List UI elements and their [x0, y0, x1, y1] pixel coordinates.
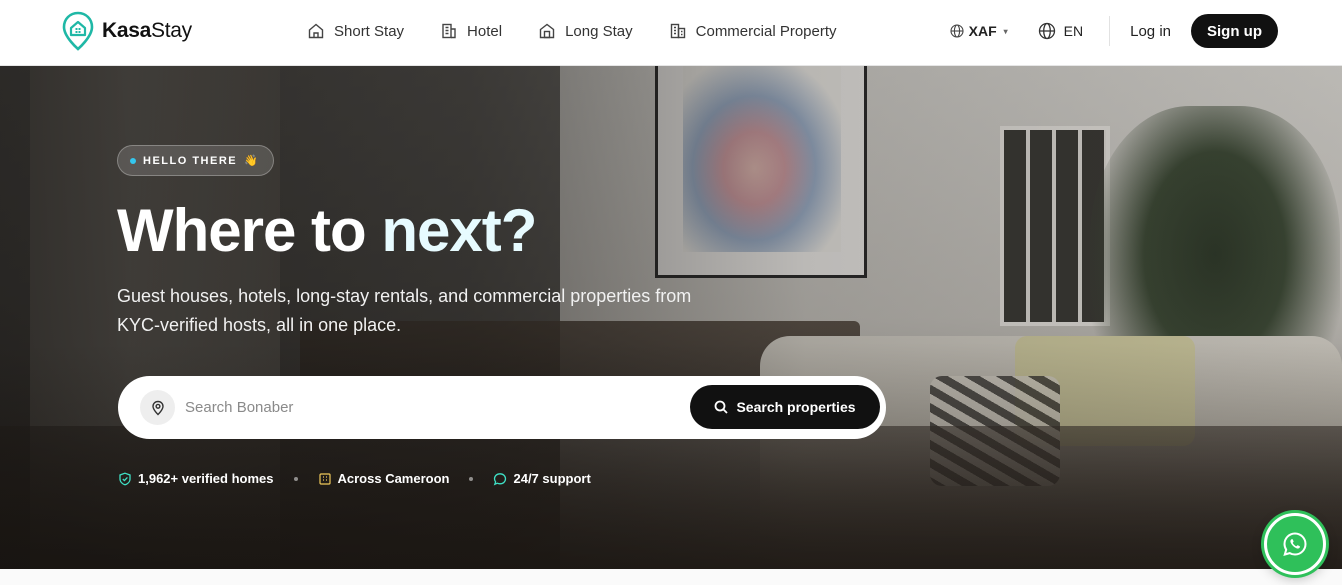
logo-pin-house-icon — [62, 11, 94, 51]
stat-label: 1,962+ verified homes — [138, 471, 274, 486]
nav-hotel[interactable]: Hotel — [440, 20, 502, 42]
stat-across-cameroon: Across Cameroon — [318, 471, 450, 486]
globe-icon — [950, 24, 964, 38]
stat-label: Across Cameroon — [337, 471, 450, 486]
home-door-icon — [539, 23, 555, 39]
badge-text: HELLO THERE — [143, 154, 238, 167]
shield-check-icon — [119, 472, 131, 485]
nav-commercial-property[interactable]: Commercial Property — [669, 20, 837, 42]
stat-verified-homes: 1,962+ verified homes — [118, 471, 274, 486]
stat-label: 24/7 support — [513, 471, 591, 486]
building-icon — [442, 23, 456, 39]
hero-section: HELLO THERE 👋 Where to next? Guest house… — [0, 66, 1342, 569]
top-navbar: KasaStay Short Stay Hotel Long Stay Comm… — [0, 0, 1342, 66]
house-icon — [308, 23, 324, 39]
nav-link-label: Long Stay — [565, 22, 633, 40]
signup-button[interactable]: Sign up — [1191, 14, 1278, 48]
office-buildings-icon — [670, 23, 685, 39]
hero-title: Where to next? — [117, 197, 537, 264]
nav-link-label: Hotel — [467, 22, 503, 40]
brand-logo[interactable]: KasaStay — [62, 11, 192, 51]
currency-value: XAF — [968, 23, 997, 39]
hero-subtitle: Guest houses, hotels, long-stay rentals,… — [117, 286, 692, 335]
location-pin-icon — [140, 390, 175, 425]
wave-emoji: 👋 — [244, 155, 260, 167]
language-value: EN — [1063, 23, 1084, 39]
nav-short-stay[interactable]: Short Stay — [307, 20, 404, 42]
search-bar: Search properties — [118, 376, 886, 439]
whatsapp-icon — [1283, 532, 1307, 556]
stat-separator — [469, 476, 474, 481]
building-grid-icon — [318, 472, 331, 485]
nav-link-label: Commercial Property — [695, 22, 837, 40]
search-input[interactable] — [185, 394, 665, 421]
hero-stats: 1,962+ verified homes Across Cameroon 24… — [118, 471, 591, 486]
nav-actions: XAF ▾ EN Log in Sign up — [950, 14, 1278, 48]
language-selector[interactable]: EN — [1038, 22, 1083, 40]
nav-divider — [1109, 16, 1111, 46]
search-button-label: Search properties — [736, 399, 856, 415]
status-dot — [130, 157, 136, 164]
search-properties-button[interactable]: Search properties — [690, 385, 880, 429]
chat-bubble-icon — [494, 472, 507, 485]
nav-long-stay[interactable]: Long Stay — [538, 20, 633, 42]
chevron-down-icon: ▾ — [1003, 26, 1008, 36]
login-link[interactable]: Log in — [1130, 23, 1171, 40]
brand-name: KasaStay — [102, 19, 192, 42]
search-icon — [715, 400, 729, 414]
globe-icon — [1038, 22, 1055, 40]
nav-link-label: Short Stay — [334, 22, 405, 40]
currency-selector[interactable]: XAF ▾ — [950, 23, 1008, 39]
whatsapp-button[interactable] — [1264, 513, 1326, 575]
stat-support: 24/7 support — [493, 471, 591, 486]
hello-badge: HELLO THERE 👋 — [117, 145, 275, 176]
main-nav: Short Stay Hotel Long Stay Commercial Pr… — [307, 20, 837, 42]
stat-separator — [293, 476, 298, 481]
